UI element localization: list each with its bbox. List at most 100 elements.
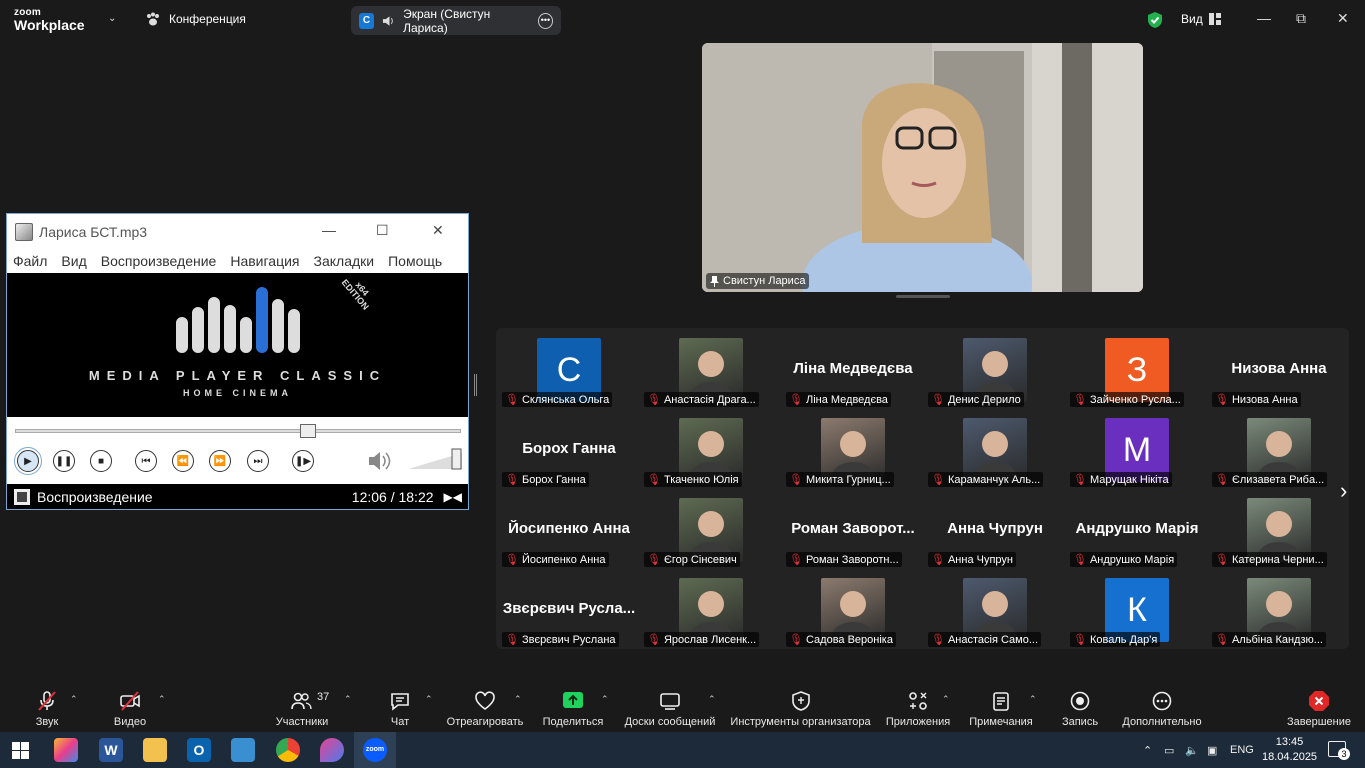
participant-tile[interactable]: С 🎙︎ Склянська Ольга <box>498 330 640 410</box>
whiteboards-options-caret[interactable]: ⌃ <box>708 694 716 705</box>
volume-tray-icon[interactable]: 🔈 <box>1185 744 1199 757</box>
media-player-window[interactable]: Лариса БСТ.mp3 — ☐ ✕ Файл Вид Воспроизве… <box>6 213 469 510</box>
react-options-caret[interactable]: ⌃ <box>514 694 522 705</box>
participant-tile[interactable]: 🎙︎ Ткаченко Юлія <box>640 410 782 490</box>
mpc-menu-navigate[interactable]: Навигация <box>230 253 299 269</box>
mpc-seek-bar[interactable] <box>15 424 461 438</box>
language-indicator[interactable]: ENG <box>1230 744 1254 756</box>
system-clock[interactable]: 13:45 18.04.2025 <box>1262 735 1317 765</box>
participant-tile[interactable]: 🎙︎ Садова Вероніка <box>782 570 924 650</box>
paint-icon[interactable] <box>320 738 344 762</box>
mpc-maximize-button[interactable]: ☐ <box>376 222 389 239</box>
copilot-icon[interactable] <box>54 738 78 762</box>
participant-tile[interactable]: 🎙︎ Микита Гурниц... <box>782 410 924 490</box>
whiteboards-button[interactable]: Доски сообщений <box>622 682 718 732</box>
control-panel-icon[interactable] <box>231 738 255 762</box>
apps-options-caret[interactable]: ⌃ <box>942 694 950 705</box>
split-handle[interactable] <box>474 374 477 396</box>
participant-tile[interactable]: 🎙︎ Катерина Черни... <box>1208 490 1350 570</box>
minimize-button[interactable]: — <box>1257 10 1271 26</box>
chrome-icon[interactable] <box>276 738 300 762</box>
record-button[interactable]: Запись <box>1060 682 1100 732</box>
rewind-button[interactable]: ⏪ <box>172 450 194 472</box>
more-button[interactable]: Дополнительно <box>1120 682 1204 732</box>
security-shield-icon[interactable] <box>1147 11 1163 29</box>
share-options-caret[interactable]: ⌃ <box>601 694 609 705</box>
mpc-close-button[interactable]: ✕ <box>432 222 444 239</box>
react-button[interactable]: Отреагировать <box>446 682 524 732</box>
notes-options-caret[interactable]: ⌃ <box>1029 694 1037 705</box>
audio-options-caret[interactable]: ⌃ <box>70 694 78 705</box>
tray-overflow-icon[interactable]: ⌃ <box>1143 744 1152 757</box>
windows-start-icon[interactable] <box>12 742 29 759</box>
audio-button[interactable]: Звук <box>28 682 66 732</box>
mpc-seek-thumb[interactable] <box>300 424 316 438</box>
participant-tile[interactable]: Роман Заворот... 🎙︎ Роман Заворотн... <box>782 490 924 570</box>
notification-center-icon[interactable]: 3 <box>1328 741 1350 760</box>
participant-tile[interactable]: Андрушко Марія 🎙︎ Андрушко Марія <box>1066 490 1208 570</box>
participants-button[interactable]: 37 Участники <box>272 682 332 732</box>
participant-tile[interactable]: 🎙︎ Альбіна Кандзю... <box>1208 570 1350 650</box>
participant-tile[interactable]: 🎙︎ Денис Дерило <box>924 330 1066 410</box>
chat-button[interactable]: Чат <box>388 682 412 732</box>
participant-tile[interactable]: 🎙︎ Анастасія Драга... <box>640 330 782 410</box>
participant-tile[interactable]: Йосипенко Анна 🎙︎ Йосипенко Анна <box>498 490 640 570</box>
more-options-icon[interactable]: ••• <box>537 12 553 29</box>
pause-button[interactable]: ❚❚ <box>53 450 75 472</box>
participant-tile[interactable]: З 🎙︎ Зайченко Русла... <box>1066 330 1208 410</box>
presenter-video[interactable]: Свистун Лариса <box>702 43 1143 292</box>
outlook-icon[interactable]: O <box>187 738 211 762</box>
resize-handle[interactable] <box>896 295 950 298</box>
participants-options-caret[interactable]: ⌃ <box>344 694 352 705</box>
participant-tile[interactable]: К 🎙︎ Коваль Дар'я <box>1066 570 1208 650</box>
end-meeting-button[interactable]: Завершение <box>1286 682 1352 732</box>
notes-button[interactable]: Примечания <box>966 682 1036 732</box>
participant-tile[interactable]: Борох Ганна 🎙︎ Борох Ганна <box>498 410 640 490</box>
frame-step-button[interactable]: ❚▶ <box>292 450 314 472</box>
mpc-menu-view[interactable]: Вид <box>61 253 86 269</box>
forward-button[interactable]: ⏩ <box>209 450 231 472</box>
view-menu[interactable]: Вид <box>1181 12 1221 26</box>
next-button[interactable]: ⏭ <box>247 450 269 472</box>
restore-button[interactable]: ⧉ <box>1296 10 1306 27</box>
battery-icon[interactable]: ▭ <box>1164 744 1174 757</box>
video-options-caret[interactable]: ⌃ <box>158 694 166 705</box>
close-button[interactable]: ✕ <box>1337 10 1349 27</box>
apps-button[interactable]: Приложения <box>884 682 952 732</box>
zoom-workplace-logo[interactable]: zoom Workplace <box>14 8 85 33</box>
participant-tile[interactable]: М 🎙︎ Марущак Нікіта <box>1066 410 1208 490</box>
participant-tile[interactable]: Низова Анна 🎙︎ Низова Анна <box>1208 330 1350 410</box>
participant-tile[interactable]: 🎙︎ Анастасія Само... <box>924 570 1066 650</box>
conference-menu[interactable]: Конференция <box>145 12 246 26</box>
word-icon[interactable]: W <box>99 738 123 762</box>
play-button[interactable]: ▶ <box>14 447 42 475</box>
chevron-right-icon[interactable]: › <box>1340 478 1347 504</box>
mpc-minimize-button[interactable]: — <box>322 222 336 238</box>
video-button[interactable]: Видео <box>110 682 150 732</box>
participant-tile[interactable]: 🎙︎ Єгор Сінсевич <box>640 490 782 570</box>
participant-tile[interactable]: Анна Чупрун 🎙︎ Анна Чупрун <box>924 490 1066 570</box>
host-tools-button[interactable]: Инструменты организатора <box>729 682 872 732</box>
mpc-menu-help[interactable]: Помощь <box>388 253 442 269</box>
participant-tile[interactable]: 🎙︎ Ярослав Лисенк... <box>640 570 782 650</box>
participant-tile[interactable]: Ліна Медведєва 🎙︎ Ліна Медведєва <box>782 330 924 410</box>
file-explorer-icon[interactable] <box>143 738 167 762</box>
screen-share-pill[interactable]: C Экран (Свистун Лариса) ••• <box>351 6 561 35</box>
participant-tile[interactable]: Звєрєвич Русла... 🎙︎ Звєрєвич Руслана <box>498 570 640 650</box>
mpc-menu-file[interactable]: Файл <box>13 253 47 269</box>
participant-tile[interactable]: 🎙︎ Караманчук Аль... <box>924 410 1066 490</box>
volume-icon[interactable] <box>367 450 393 472</box>
chat-options-caret[interactable]: ⌃ <box>425 694 433 705</box>
zoom-taskbar-active[interactable]: zoom <box>354 732 396 768</box>
chevron-down-icon[interactable]: ⌄ <box>108 13 116 24</box>
participant-tile[interactable]: 🎙︎ Єлизавета Рибa... <box>1208 410 1350 490</box>
previous-button[interactable]: ⏮ <box>135 450 157 472</box>
mpc-menu-play[interactable]: Воспроизведение <box>101 253 217 269</box>
mpc-menu-favorites[interactable]: Закладки <box>314 253 375 269</box>
mpc-title-bar[interactable]: Лариса БСТ.mp3 <box>15 223 147 241</box>
network-icon[interactable]: ▣ <box>1207 744 1217 757</box>
volume-slider[interactable] <box>406 447 464 471</box>
share-screen-button[interactable]: Поделиться <box>540 682 606 732</box>
heart-icon <box>475 691 495 710</box>
stop-button[interactable]: ■ <box>90 450 112 472</box>
